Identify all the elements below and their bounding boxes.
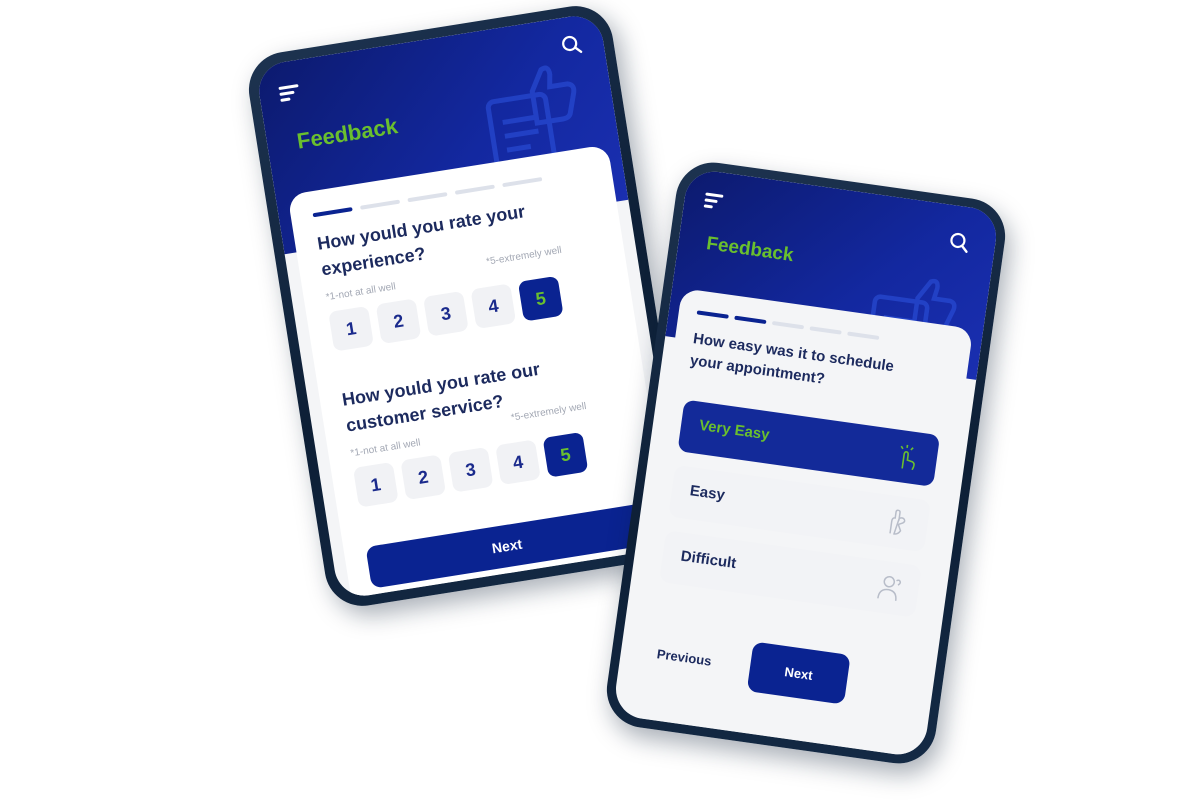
- question-schedule: How easy was it to schedule your appoint…: [688, 330, 896, 388]
- ok-hand-icon: [889, 509, 906, 535]
- tap-hand-icon: [900, 444, 915, 471]
- phone-rating-screen: Feedback How yould you rate your experie…: [243, 0, 695, 612]
- progress-step: [454, 184, 495, 195]
- page-title: Feedback: [295, 113, 400, 154]
- rating-option-1[interactable]: 1: [352, 461, 399, 508]
- menu-icon[interactable]: [278, 83, 300, 103]
- rating-option-4[interactable]: 4: [470, 283, 517, 330]
- progress-step: [847, 331, 880, 340]
- rating-option-2[interactable]: 2: [400, 454, 447, 501]
- progress-step: [809, 326, 842, 335]
- next-button[interactable]: Next: [746, 641, 851, 705]
- search-icon[interactable]: [560, 33, 583, 56]
- question-card: How easy was it to schedule your appoint…: [622, 288, 974, 757]
- page-title: Feedback: [705, 233, 795, 267]
- confused-person-icon: [877, 575, 902, 601]
- progress-step: [359, 199, 401, 210]
- rating-option-3[interactable]: 3: [447, 446, 494, 493]
- progress-step: [696, 310, 729, 319]
- progress-step: [771, 320, 805, 330]
- progress-step: [407, 192, 448, 203]
- phone-choice-screen: Feedback How easy was it to schedule you…: [601, 157, 1011, 769]
- previous-button[interactable]: Previous: [656, 646, 712, 668]
- search-icon[interactable]: [948, 231, 971, 254]
- option-label: Easy: [688, 482, 726, 504]
- rating-option-2[interactable]: 2: [375, 298, 422, 345]
- question-card: How yould you rate your experience? *1-n…: [287, 144, 672, 599]
- progress-step: [502, 177, 543, 188]
- menu-icon[interactable]: [703, 192, 725, 211]
- rating-option-1[interactable]: 1: [328, 305, 374, 352]
- progress-step: [734, 315, 767, 325]
- progress-step: [312, 207, 353, 218]
- rating-option-3[interactable]: 3: [423, 290, 469, 337]
- rating-option-5[interactable]: 5: [542, 431, 589, 478]
- hint-low: *1-not at all well: [349, 437, 422, 460]
- rating-option-4[interactable]: 4: [495, 439, 541, 486]
- rating-option-5[interactable]: 5: [517, 275, 564, 322]
- question-customer-service: How yould you rate our customer service?: [340, 358, 542, 436]
- hint-low: *1-not at all well: [325, 281, 397, 304]
- option-label: Difficult: [679, 547, 738, 573]
- option-label: Very Easy: [698, 416, 771, 444]
